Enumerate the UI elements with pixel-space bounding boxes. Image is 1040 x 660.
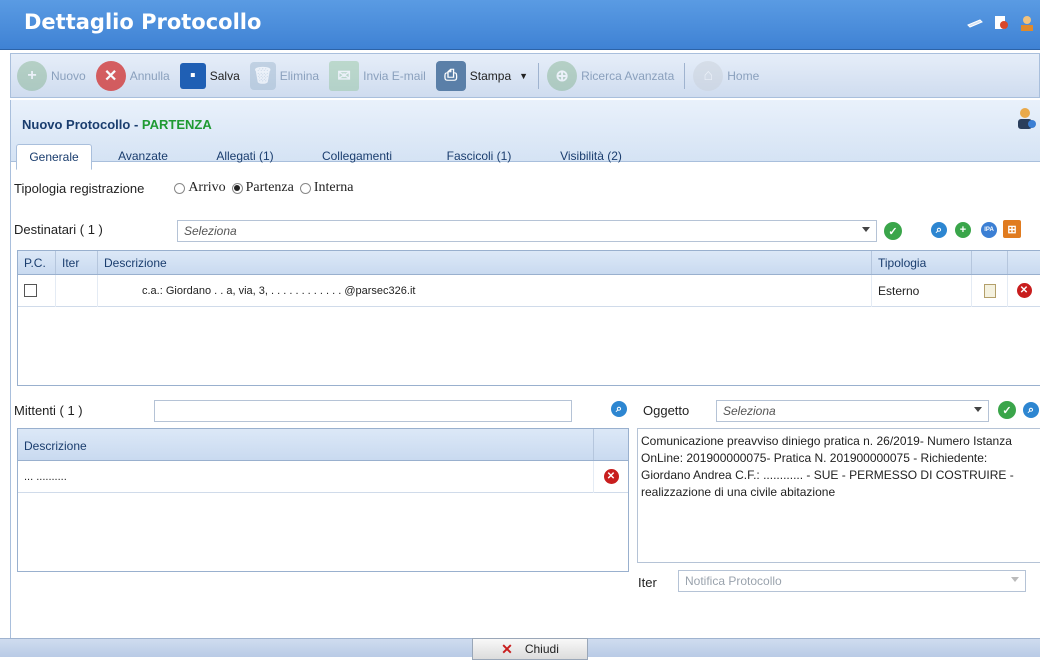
destinatari-label: Destinatari ( 1 ) [14,222,103,237]
destinatari-grid: P.C. Iter Descrizione Tipologia c.a.: Gi… [17,250,1040,386]
protocol-header: Nuovo Protocollo - PARTENZA Generale Ava… [11,100,1040,170]
destinatari-placeholder: Seleziona [184,224,237,238]
tab-fascicoli[interactable]: Fascicoli (1) [418,144,540,170]
cancel-icon: ✕ [95,60,126,91]
search-icon[interactable]: ⌕ [611,401,627,417]
toolbar-separator [538,62,540,89]
oggetto-textarea[interactable]: Comunicazione preavviso diniego pratica … [637,428,1040,563]
iter-select[interactable]: Notifica Protocollo [678,570,1026,592]
radio-partenza[interactable]: Partenza [231,180,294,196]
toolbar-separator [684,62,686,89]
radio-interna[interactable]: Interna [299,180,354,196]
toolbar: + Nuovo ✕ Annulla ▪ Salva 🗑 Elimina ✉ In… [10,53,1040,98]
delete-icon[interactable]: ✕ [603,469,619,484]
tab-allegati[interactable]: Allegati (1) [194,144,296,170]
ricerca-avanzata-label: Ricerca Avanzata [581,68,675,83]
salva-label: Salva [209,68,240,83]
mittenti-label: Mittenti ( 1 ) [14,403,83,418]
iter-value: Notifica Protocollo [685,574,782,588]
title-bar: Dettaglio Protocollo [0,0,1040,50]
tab-generale[interactable]: Generale [16,144,92,170]
nuovo-label: Nuovo [51,68,86,83]
descrizione-cell: c.a.: Giordano . . a, via, 3, . . . . . … [98,274,872,307]
title-type: PARTENZA [141,117,212,132]
radio-arrivo[interactable]: Arrivo [174,180,226,196]
annulla-button[interactable]: ✕ Annulla [95,60,170,91]
tipologia-label: Tipologia registrazione [14,180,145,196]
pc-checkbox[interactable] [24,284,37,297]
delete-icon[interactable]: ✕ [1016,283,1032,298]
tipologia-cell: Esterno [872,274,972,307]
pen-icon[interactable] [966,14,984,32]
search-add-icon: ⊕ [547,60,578,91]
main-panel: Nuovo Protocollo - PARTENZA Generale Ava… [10,100,1040,638]
mittenti-grid: Descrizione ... .......... ✕ [17,428,629,572]
invia-email-button[interactable]: ✉ Invia E-mail [329,60,426,91]
elimina-label: Elimina [279,68,320,83]
tipologia-row: Tipologia registrazione Arrivo Partenza … [14,180,354,196]
window-title: Dettaglio Protocollo [24,10,262,34]
document-user-icon[interactable] [992,14,1010,32]
confirm-icon[interactable]: ✓ [884,222,902,240]
search-icon[interactable]: ⌕ [931,222,947,238]
chevron-down-icon [974,407,982,412]
add-icon[interactable]: + [955,222,971,238]
tab-avanzate[interactable]: Avanzate [92,144,194,170]
ricerca-avanzata-button[interactable]: ⊕ Ricerca Avanzata [547,60,675,91]
table-row[interactable]: ... .......... ✕ [18,460,628,493]
title-prefix: Nuovo Protocollo - [22,117,142,132]
col-iter[interactable]: Iter [56,251,98,274]
page-title: Nuovo Protocollo - PARTENZA [22,117,212,132]
confirm-icon[interactable]: ✓ [998,401,1016,419]
add-document-icon: + [17,60,47,91]
mittente-cell: ... .......... [18,460,594,493]
elimina-button[interactable]: 🗑 Elimina [249,61,320,90]
chevron-down-icon [1011,577,1019,582]
user-info-icon[interactable] [1015,106,1037,130]
home-icon: ⌂ [693,60,724,91]
save-icon: ▪ [179,62,206,89]
home-button[interactable]: ⌂ Home [693,60,760,91]
close-icon: ✕ [501,640,513,657]
send-email-icon: ✉ [329,60,360,91]
stampa-label: Stampa [469,68,512,83]
stampa-button[interactable]: ⎙ Stampa ▼ [435,60,528,91]
oggetto-label: Oggetto [643,403,690,418]
col-descrizione[interactable]: Descrizione [98,251,872,274]
tab-visibilita[interactable]: Visibilità (2) [540,144,642,170]
chiudi-label: Chiudi [524,642,559,656]
chevron-down-icon [862,227,870,232]
col-tipologia[interactable]: Tipologia [872,251,972,274]
destinatari-select[interactable]: Seleziona [177,220,877,242]
nuovo-button[interactable]: + Nuovo [17,60,86,91]
col-descrizione[interactable]: Descrizione [18,429,594,460]
annulla-label: Annulla [129,68,170,83]
ipa-icon[interactable]: IPA [981,222,997,238]
tab-strip: Generale Avanzate Allegati (1) Collegame… [16,144,642,170]
col-pc[interactable]: P.C. [18,251,56,274]
table-row[interactable]: c.a.: Giordano . . a, via, 3, . . . . . … [18,274,1040,307]
edit-icon[interactable] [983,283,996,298]
org-chart-icon[interactable]: ⊞ [1003,220,1021,238]
mittenti-input[interactable] [154,400,572,422]
search-icon[interactable]: ⌕ [1023,402,1039,418]
invia-email-label: Invia E-mail [363,68,426,83]
iter-label: Iter [638,575,657,590]
oggetto-select[interactable]: Seleziona [716,400,989,422]
salva-button[interactable]: ▪ Salva [179,62,240,89]
trash-icon: 🗑 [249,61,276,90]
chevron-down-icon[interactable]: ▼ [519,71,528,81]
user-icon[interactable] [1018,14,1036,32]
printer-icon: ⎙ [435,60,466,91]
oggetto-placeholder: Seleziona [723,404,776,418]
home-label: Home [727,68,760,83]
tab-collegamenti[interactable]: Collegamenti [296,144,418,170]
